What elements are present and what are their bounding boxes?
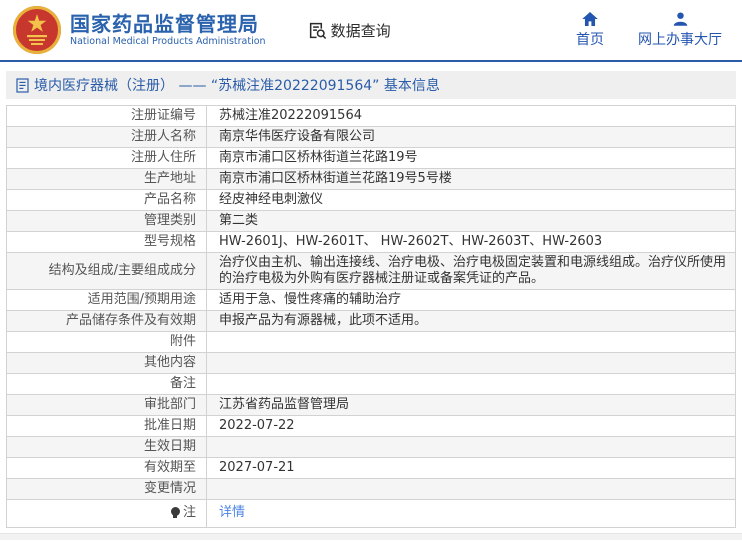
row-value [207,374,736,395]
table-row: 生产地址南京市浦口区桥林街道兰花路19号5号楼 [7,169,736,190]
table-row: 型号规格HW-2601J、HW-2601T、 HW-2602T、HW-2603T… [7,232,736,253]
row-label: 批准日期 [7,416,207,437]
row-label: 其他内容 [7,353,207,374]
breadcrumb-wrap: 境内医疗器械（注册） —— “苏械注准20222091564” 基本信息 [6,71,736,99]
nav-home[interactable]: 首页 [576,12,604,49]
agency-name-cn: 国家药品监督管理局 [70,12,266,36]
page-title: 境内医疗器械（注册） —— “苏械注准20222091564” 基本信息 [34,75,440,95]
data-query-nav[interactable]: 数据查询 [308,20,391,41]
row-label: 备注 [7,374,207,395]
row-value: 2027-07-21 [207,458,736,479]
row-label: 变更情况 [7,479,207,500]
row-label: 审批部门 [7,395,207,416]
document-search-icon [308,21,327,40]
header-nav: 首页 网上办事大厅 [576,12,728,49]
row-value: HW-2601J、HW-2601T、 HW-2602T、HW-2603T、HW-… [207,232,736,253]
info-table-body: 注册证编号苏械注准20222091564注册人名称南京华伟医疗设备有限公司注册人… [7,106,736,528]
row-label: 注 [7,500,207,528]
row-value: 申报产品为有源器械，此项不适用。 [207,311,736,332]
row-label: 产品储存条件及有效期 [7,311,207,332]
table-row: 注册人名称南京华伟医疗设备有限公司 [7,127,736,148]
home-icon [582,12,598,26]
row-value [207,479,736,500]
bulb-icon [171,507,180,516]
site-header: 国家药品监督管理局 National Medical Products Admi… [0,0,742,62]
row-value: 详情 [207,500,736,528]
row-label: 型号规格 [7,232,207,253]
table-row: 注册证编号苏械注准20222091564 [7,106,736,127]
row-value: 江苏省药品监督管理局 [207,395,736,416]
row-label: 适用范围/预期用途 [7,290,207,311]
row-value: 南京华伟医疗设备有限公司 [207,127,736,148]
row-label: 注册人名称 [7,127,207,148]
nav-service-hall-label: 网上办事大厅 [638,29,722,49]
table-row: 其他内容 [7,353,736,374]
row-label: 结构及组成/主要组成成分 [7,253,207,290]
registration-info-table: 注册证编号苏械注准20222091564注册人名称南京华伟医疗设备有限公司注册人… [6,105,736,528]
national-emblem-logo [12,5,62,55]
row-value: 第二类 [207,211,736,232]
row-value [207,332,736,353]
row-value: 2022-07-22 [207,416,736,437]
table-row: 备注 [7,374,736,395]
table-row: 注册人住所南京市浦口区桥林街道兰花路19号 [7,148,736,169]
row-label: 附件 [7,332,207,353]
table-row: 注详情 [7,500,736,528]
table-row: 管理类别第二类 [7,211,736,232]
footer-strip [0,533,742,540]
table-row: 生效日期 [7,437,736,458]
data-query-label: 数据查询 [331,20,391,41]
row-label: 生效日期 [7,437,207,458]
page-icon [16,78,29,93]
row-label: 管理类别 [7,211,207,232]
row-value: 南京市浦口区桥林街道兰花路19号5号楼 [207,169,736,190]
detail-link[interactable]: 详情 [219,505,245,520]
row-value: 南京市浦口区桥林街道兰花路19号 [207,148,736,169]
table-row: 审批部门江苏省药品监督管理局 [7,395,736,416]
nav-home-label: 首页 [576,29,604,49]
table-row: 产品储存条件及有效期申报产品为有源器械，此项不适用。 [7,311,736,332]
row-value: 适用于急、慢性疼痛的辅助治疗 [207,290,736,311]
registration-info-table-wrap: 注册证编号苏械注准20222091564注册人名称南京华伟医疗设备有限公司注册人… [6,105,736,528]
table-row: 变更情况 [7,479,736,500]
table-row: 结构及组成/主要组成成分治疗仪由主机、输出连接线、治疗电极、治疗电极固定装置和电… [7,253,736,290]
row-value: 治疗仪由主机、输出连接线、治疗电极、治疗电极固定装置和电源线组成。治疗仪所使用的… [207,253,736,290]
table-row: 有效期至2027-07-21 [7,458,736,479]
row-value [207,437,736,458]
user-icon [673,12,688,26]
row-label: 生产地址 [7,169,207,190]
row-value: 经皮神经电刺激仪 [207,190,736,211]
table-row: 批准日期2022-07-22 [7,416,736,437]
row-label: 注册证编号 [7,106,207,127]
table-row: 适用范围/预期用途适用于急、慢性疼痛的辅助治疗 [7,290,736,311]
table-row: 产品名称经皮神经电刺激仪 [7,190,736,211]
breadcrumb: 境内医疗器械（注册） —— “苏械注准20222091564” 基本信息 [6,71,736,99]
agency-name-en: National Medical Products Administration [70,36,266,48]
row-label: 产品名称 [7,190,207,211]
row-value [207,353,736,374]
row-label: 注册人住所 [7,148,207,169]
agency-title-block: 国家药品监督管理局 National Medical Products Admi… [70,12,266,48]
table-row: 附件 [7,332,736,353]
nav-service-hall[interactable]: 网上办事大厅 [638,12,722,49]
row-value: 苏械注准20222091564 [207,106,736,127]
row-label: 有效期至 [7,458,207,479]
